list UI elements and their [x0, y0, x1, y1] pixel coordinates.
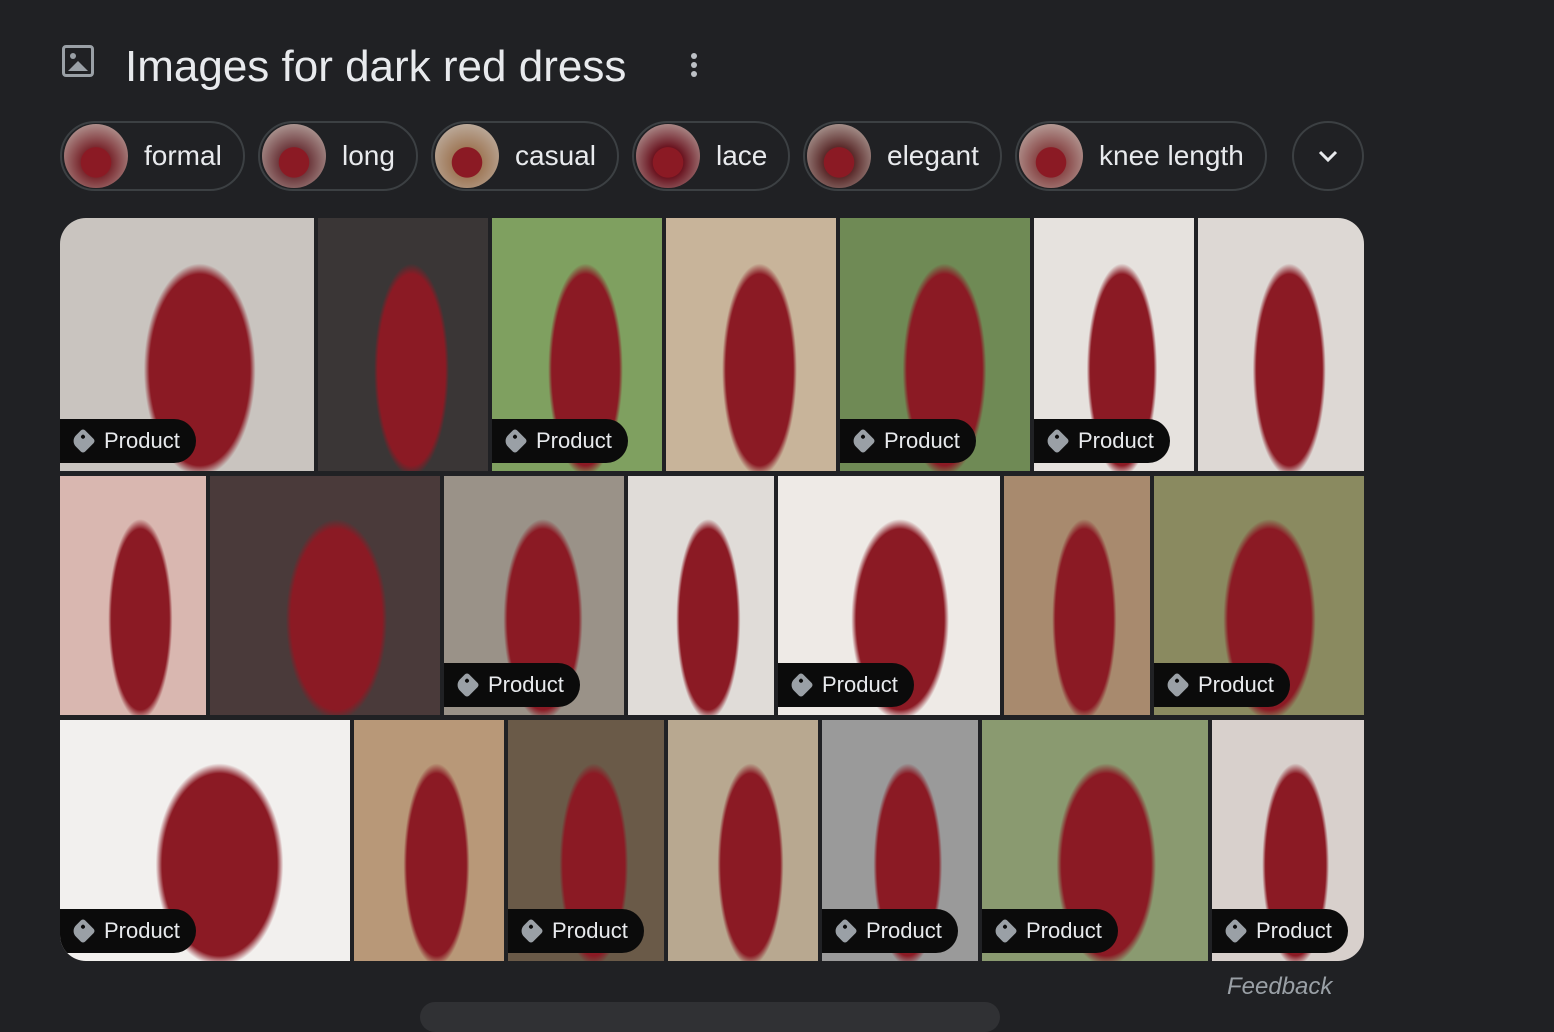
image-result[interactable]: Product [982, 720, 1208, 961]
product-badge-label: Product [866, 918, 942, 943]
tag-icon [502, 428, 528, 454]
product-badge: Product [508, 909, 644, 953]
tag-icon [1222, 918, 1248, 944]
tag-icon [1044, 428, 1070, 454]
tag-icon [788, 672, 814, 698]
tag-icon [70, 428, 96, 454]
tag-icon [1164, 672, 1190, 698]
chip-thumbnail [807, 124, 871, 188]
image-result[interactable]: Product [60, 720, 350, 961]
product-badge-label: Product [104, 428, 180, 453]
feedback-link[interactable]: Feedback [1227, 973, 1332, 1001]
chip-thumbnail [1019, 124, 1083, 188]
image-result[interactable] [668, 720, 818, 961]
product-badge: Product [1154, 663, 1290, 707]
chevron-down-icon [1318, 150, 1338, 163]
product-badge-label: Product [1026, 918, 1102, 943]
chip-thumbnail [636, 124, 700, 188]
product-badge-label: Product [552, 918, 628, 943]
chip-thumbnail [262, 124, 326, 188]
image-result[interactable] [354, 720, 504, 961]
product-badge: Product [822, 909, 958, 953]
product-badge-label: Product [1078, 428, 1154, 453]
image-result[interactable]: Product [1154, 476, 1364, 715]
product-badge: Product [982, 909, 1118, 953]
chip-knee-length[interactable]: knee length [1015, 121, 1267, 191]
tag-icon [992, 918, 1018, 944]
product-badge-label: Product [536, 428, 612, 453]
product-badge-label: Product [822, 672, 898, 697]
image-result[interactable] [628, 476, 774, 715]
chip-label: casual [515, 140, 596, 171]
image-result[interactable] [1004, 476, 1150, 715]
image-result[interactable] [210, 476, 440, 715]
image-result[interactable]: Product [778, 476, 1000, 715]
chip-thumbnail [435, 124, 499, 188]
chip-casual[interactable]: casual [431, 121, 619, 191]
chip-lace[interactable]: lace [632, 121, 790, 191]
image-result[interactable] [1198, 218, 1364, 471]
chip-elegant[interactable]: elegant [803, 121, 1002, 191]
product-badge-label: Product [1256, 918, 1332, 943]
image-result[interactable]: Product [822, 720, 978, 961]
product-badge: Product [444, 663, 580, 707]
product-badge: Product [60, 419, 196, 463]
image-result[interactable] [60, 476, 206, 715]
product-badge-label: Product [104, 918, 180, 943]
tag-icon [454, 672, 480, 698]
tag-icon [850, 428, 876, 454]
tag-icon [832, 918, 858, 944]
image-grid: Product Product Product Product Product Produ… [60, 218, 1364, 961]
product-badge: Product [778, 663, 914, 707]
chip-label: lace [716, 140, 768, 171]
chip-label: long [342, 140, 395, 171]
chip-long[interactable]: long [258, 121, 418, 191]
product-badge: Product [1034, 419, 1170, 463]
expand-chips-button[interactable] [1292, 121, 1364, 191]
image-result[interactable]: Product [508, 720, 664, 961]
chip-thumbnail [64, 124, 128, 188]
product-badge: Product [840, 419, 976, 463]
more-vert-icon[interactable] [684, 50, 704, 82]
product-badge-label: Product [488, 672, 564, 697]
image-icon [62, 45, 94, 77]
image-result[interactable] [318, 218, 488, 471]
tag-icon [70, 918, 96, 944]
image-result[interactable]: Product [60, 218, 314, 471]
chip-label: formal [144, 140, 222, 171]
image-result[interactable]: Product [1212, 720, 1364, 961]
product-badge: Product [60, 909, 196, 953]
image-result[interactable]: Product [840, 218, 1030, 471]
bottom-panel [420, 1002, 1000, 1032]
product-badge-label: Product [884, 428, 960, 453]
chip-label: knee length [1099, 140, 1244, 171]
tag-icon [518, 918, 544, 944]
page-title: Images for dark red dress [125, 42, 627, 91]
product-badge: Product [1212, 909, 1348, 953]
image-result[interactable]: Product [492, 218, 662, 471]
chip-label: elegant [887, 140, 979, 171]
image-result[interactable]: Product [1034, 218, 1194, 471]
image-result[interactable] [666, 218, 836, 471]
product-badge-label: Product [1198, 672, 1274, 697]
product-badge: Product [492, 419, 628, 463]
chip-formal[interactable]: formal [60, 121, 245, 191]
image-result[interactable]: Product [444, 476, 624, 715]
